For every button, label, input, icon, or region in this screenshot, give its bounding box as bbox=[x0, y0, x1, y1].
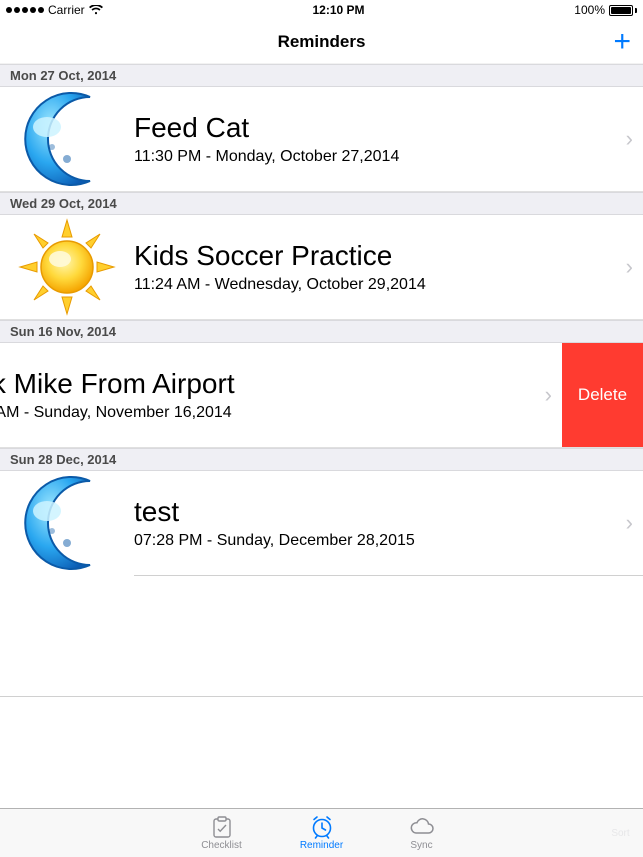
reminder-row[interactable]: Feed Cat 11:30 PM - Monday, October 27,2… bbox=[0, 87, 643, 192]
reminder-subtitle: 11:24 AM - Wednesday, October 29,2014 bbox=[134, 276, 619, 294]
reminder-title: Feed Cat bbox=[134, 112, 619, 144]
status-right: 100% bbox=[574, 3, 637, 17]
reminder-title: Kids Soccer Practice bbox=[134, 240, 619, 272]
tab-label: Sync bbox=[410, 840, 432, 851]
section-header: Sun 28 Dec, 2014 bbox=[0, 448, 643, 471]
wifi-icon bbox=[89, 5, 103, 15]
sun-icon bbox=[0, 215, 134, 319]
reminder-list: Mon 27 Oct, 2014 bbox=[0, 64, 643, 808]
moon-icon bbox=[0, 87, 134, 191]
delete-label: Delete bbox=[578, 385, 627, 405]
list-separator bbox=[0, 696, 643, 697]
tab-label: Reminder bbox=[300, 840, 343, 851]
checklist-icon bbox=[209, 815, 235, 839]
reminder-row[interactable]: Delete bbox=[0, 343, 643, 448]
nav-bar: Reminders + bbox=[0, 20, 643, 64]
tab-sync[interactable]: Sync bbox=[392, 815, 452, 851]
status-time: 12:10 PM bbox=[312, 3, 364, 17]
tab-label: Checklist bbox=[201, 840, 242, 851]
status-left: Carrier bbox=[6, 3, 103, 17]
chevron-right-icon: › bbox=[619, 126, 643, 152]
alarm-clock-icon bbox=[309, 815, 335, 839]
tab-label: Sort bbox=[611, 828, 629, 839]
section-header: Mon 27 Oct, 2014 bbox=[0, 64, 643, 87]
reminder-subtitle: 07:28 PM - Sunday, December 28,2015 bbox=[134, 532, 619, 550]
signal-strength-icon bbox=[6, 7, 44, 13]
reminder-row[interactable]: Kids Soccer Practice 11:24 AM - Wednesda… bbox=[0, 215, 643, 320]
reminder-subtitle: 11:28 AM - Sunday, November 16,2014 bbox=[0, 404, 538, 422]
tab-sort[interactable]: Sort bbox=[598, 809, 643, 857]
delete-button[interactable]: Delete bbox=[562, 343, 643, 447]
cloud-icon bbox=[408, 815, 436, 839]
chevron-right-icon: › bbox=[538, 382, 562, 408]
chevron-right-icon: › bbox=[619, 254, 643, 280]
tab-checklist[interactable]: Checklist bbox=[192, 815, 252, 851]
plus-icon: + bbox=[613, 27, 631, 57]
section-header: Sun 16 Nov, 2014 bbox=[0, 320, 643, 343]
moon-icon bbox=[0, 471, 134, 575]
tab-bar: Checklist Reminder Sync Sort bbox=[0, 808, 643, 857]
section-header: Wed 29 Oct, 2014 bbox=[0, 192, 643, 215]
battery-icon bbox=[609, 5, 637, 16]
reminder-row[interactable]: test 07:28 PM - Sunday, December 28,2015… bbox=[0, 471, 643, 575]
tab-spacer-left bbox=[0, 809, 45, 857]
page-title: Reminders bbox=[278, 32, 366, 52]
reminder-title: test bbox=[134, 496, 619, 528]
carrier-label: Carrier bbox=[48, 3, 85, 17]
reminder-title: Pick Mike From Airport bbox=[0, 368, 538, 400]
battery-percent: 100% bbox=[574, 3, 605, 17]
tab-reminder[interactable]: Reminder bbox=[292, 815, 352, 851]
chevron-right-icon: › bbox=[619, 510, 643, 536]
reminder-subtitle: 11:30 PM - Monday, October 27,2014 bbox=[134, 148, 619, 166]
status-bar: Carrier 12:10 PM 100% bbox=[0, 0, 643, 20]
add-button[interactable]: + bbox=[613, 20, 631, 63]
